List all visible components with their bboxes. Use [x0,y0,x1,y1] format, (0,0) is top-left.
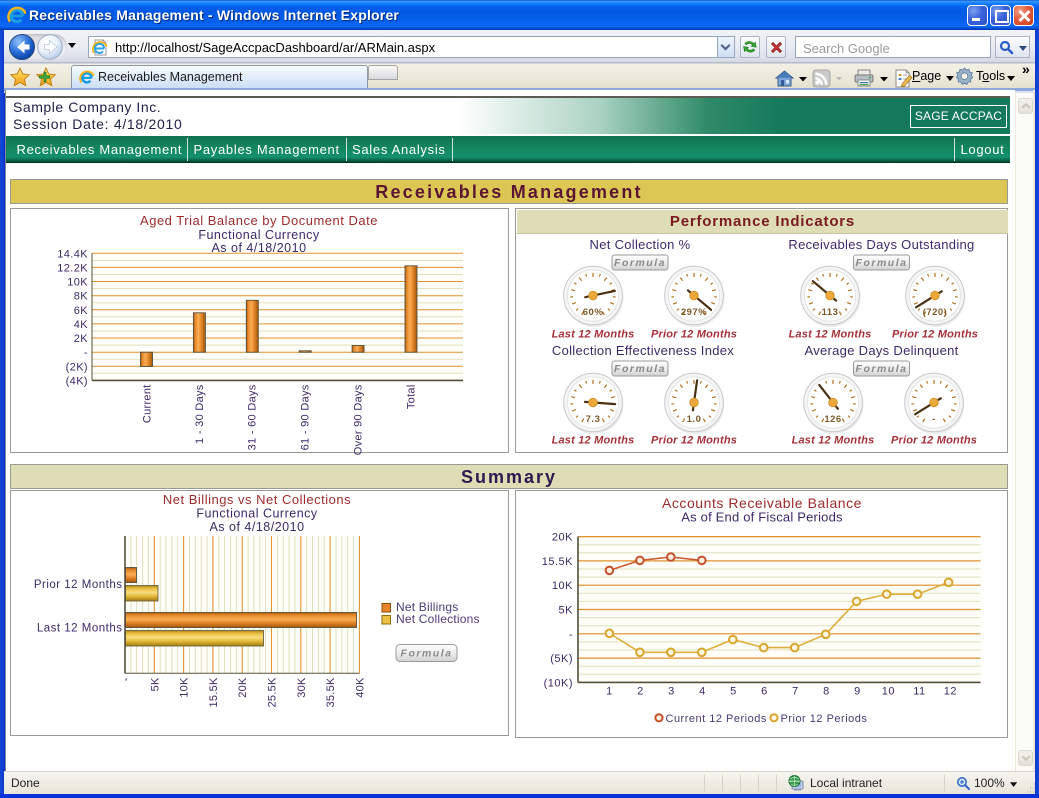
svg-text:10: 10 [882,685,895,697]
svg-text:Last 12 Months: Last 12 Months [552,435,635,447]
svg-text:10K: 10K [552,580,573,592]
svg-text:Last 12 Months: Last 12 Months [792,435,875,447]
svg-text:As of End of Fiscal Periods: As of End of Fiscal Periods [681,510,843,525]
svg-text:Prior 12 Months: Prior 12 Months [34,579,123,591]
svg-text:15.5K: 15.5K [208,677,220,708]
svg-text:4K: 4K [74,319,89,331]
svg-text:8K: 8K [74,291,89,303]
svg-text:25.5K: 25.5K [267,677,279,708]
svg-text:Collection Effectiveness Index: Collection Effectiveness Index [552,343,734,358]
svg-text:As of 4/18/2010: As of 4/18/2010 [209,520,304,534]
svg-text:Last 12 Months: Last 12 Months [789,329,872,341]
svg-text:7.3: 7.3 [586,414,601,425]
svg-text:1: 1 [606,685,613,697]
svg-text:Net Collection %: Net Collection % [590,237,691,252]
svg-text:Functional Currency: Functional Currency [196,507,318,521]
svg-text:-: - [932,414,936,425]
svg-text:(10K): (10K) [544,677,573,689]
svg-text:Total: Total [406,384,418,409]
svg-text:3: 3 [668,685,675,697]
svg-text:Prior 12 Months: Prior 12 Months [651,329,737,341]
svg-text:(2K): (2K) [66,361,88,373]
svg-text:Formula: Formula [614,257,666,269]
svg-text:4: 4 [699,685,706,697]
svg-text:30K: 30K [296,677,308,698]
svg-text:20K: 20K [237,677,249,698]
svg-text:Current: Current [142,384,154,423]
svg-text:(5K): (5K) [550,653,573,665]
svg-text:35.5K: 35.5K [325,677,337,708]
svg-text:12.2K: 12.2K [57,262,88,274]
svg-text:Prior 12 Months: Prior 12 Months [892,329,978,341]
svg-text:12: 12 [944,685,957,697]
svg-text:40K: 40K [354,677,366,698]
svg-text:-: - [120,677,132,681]
svg-text:Over 90 Days: Over 90 Days [353,384,365,455]
svg-text:5K: 5K [559,605,574,617]
svg-text:Aged Trial Balance by Document: Aged Trial Balance by Document Date [140,213,378,228]
svg-text:Last 12 Months: Last 12 Months [552,329,635,341]
svg-text:Average Days Delinquent: Average Days Delinquent [804,343,958,358]
svg-text:11: 11 [913,685,925,697]
svg-text:Last 12 Months: Last 12 Months [37,623,123,635]
svg-text:Prior 12 Periods: Prior 12 Periods [781,713,868,725]
svg-text:6: 6 [761,685,768,697]
svg-text:1 - 30 Days: 1 - 30 Days [194,384,206,444]
svg-text:2: 2 [637,685,644,697]
svg-text:20K: 20K [552,532,573,544]
svg-text:Net Collections: Net Collections [396,612,480,626]
svg-text:60%: 60% [583,307,604,318]
svg-text:113: 113 [822,307,839,318]
svg-text:8: 8 [823,685,830,697]
svg-text:Formula: Formula [614,363,666,375]
svg-text:Receivables Days Outstanding: Receivables Days Outstanding [788,237,974,252]
svg-text:5: 5 [730,685,737,697]
svg-text:2K: 2K [74,333,89,345]
svg-text:126: 126 [824,414,841,425]
svg-text:10K: 10K [179,677,191,698]
svg-text:61 - 90 Days: 61 - 90 Days [300,384,312,450]
svg-text:Prior 12 Months: Prior 12 Months [891,435,977,447]
svg-text:-: - [84,347,88,359]
svg-text:Current 12 Periods: Current 12 Periods [666,713,767,725]
svg-text:14.4K: 14.4K [57,248,88,260]
svg-text:5K: 5K [149,677,161,691]
svg-text:9: 9 [854,685,861,697]
svg-text:-: - [569,629,573,641]
svg-text:297%: 297% [681,307,707,318]
svg-text:6K: 6K [74,305,89,317]
svg-text:Formula: Formula [856,363,908,375]
svg-text:Formula: Formula [856,257,908,269]
svg-text:Formula: Formula [401,648,453,660]
svg-text:31 - 60 Days: 31 - 60 Days [247,384,259,450]
svg-text:15.5K: 15.5K [542,556,573,568]
svg-text:Prior 12 Months: Prior 12 Months [651,435,737,447]
svg-text:Functional Currency: Functional Currency [198,228,320,242]
svg-text:(4K): (4K) [66,375,88,387]
svg-text:10K: 10K [67,277,88,289]
svg-text:Net Billings vs Net Collection: Net Billings vs Net Collections [163,492,351,507]
svg-text:1.0: 1.0 [687,414,702,425]
svg-text:(720): (720) [923,307,948,318]
svg-text:7: 7 [792,685,799,697]
